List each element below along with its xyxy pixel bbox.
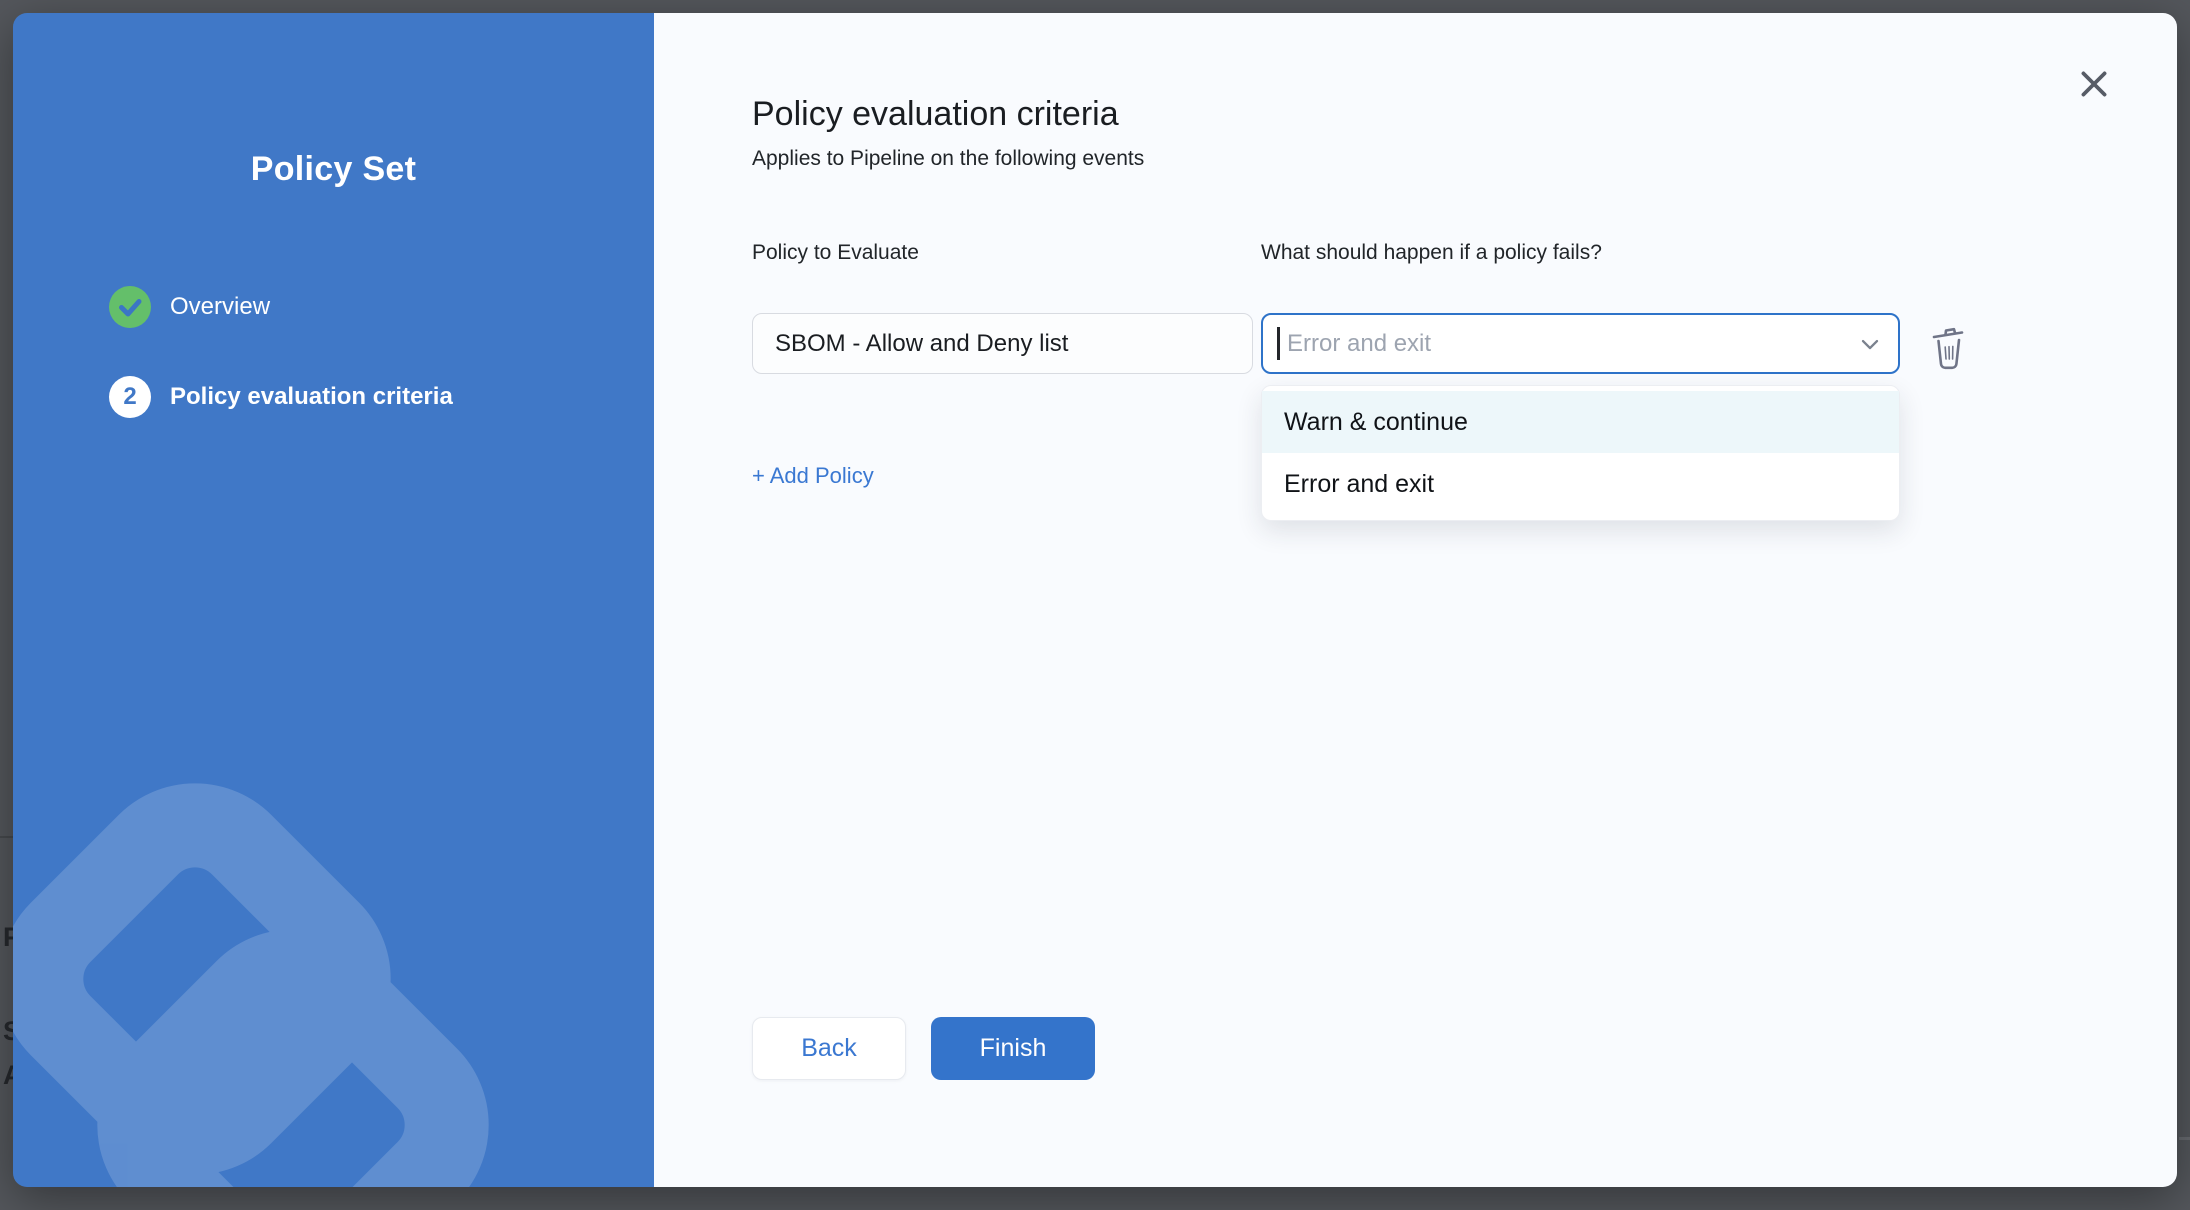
step-label: Overview (170, 293, 270, 322)
step-label: Policy evaluation criteria (170, 383, 453, 412)
step-overview[interactable]: Overview (109, 286, 453, 328)
delete-policy-row-button[interactable] (1926, 322, 1972, 372)
brand-watermark-logo (13, 13, 654, 1187)
fail-action-select[interactable] (1261, 313, 1900, 374)
step-number-badge: 2 (109, 376, 151, 418)
add-policy-link[interactable]: + Add Policy (752, 463, 874, 489)
text-cursor (1277, 327, 1280, 360)
policy-fail-action-label: What should happen if a policy fails? (1261, 241, 1602, 265)
dialog-panel: Policy evaluation criteria Applies to Pi… (654, 13, 2177, 1187)
fail-action-dropdown-menu: Warn & continue Error and exit (1261, 385, 1900, 521)
background-divider (0, 836, 13, 838)
trash-icon (1927, 323, 1971, 371)
policy-set-wizard-modal: Policy Set Overview 2 Policy evaluation … (13, 13, 2177, 1187)
page-title: Policy evaluation criteria (752, 95, 1119, 134)
step-completed-check-icon (109, 286, 151, 328)
step-policy-evaluation-criteria[interactable]: 2 Policy evaluation criteria (109, 376, 453, 418)
close-button[interactable] (2073, 63, 2115, 105)
wizard-steps: Overview 2 Policy evaluation criteria (109, 286, 453, 418)
page-subtitle: Applies to Pipeline on the following eve… (752, 147, 1144, 171)
back-button[interactable]: Back (752, 1017, 906, 1080)
fail-action-select-input[interactable] (1261, 313, 1900, 374)
wizard-title: Policy Set (13, 150, 654, 189)
option-warn-continue[interactable]: Warn & continue (1262, 391, 1899, 453)
option-error-exit[interactable]: Error and exit (1262, 453, 1899, 515)
wizard-sidebar: Policy Set Overview 2 Policy evaluation … (13, 13, 654, 1187)
finish-button[interactable]: Finish (931, 1017, 1095, 1080)
policy-to-evaluate-label: Policy to Evaluate (752, 241, 919, 265)
screen: P S A Policy Set Overvie (0, 0, 2190, 1210)
close-icon (2075, 65, 2113, 103)
policy-to-evaluate-input[interactable] (752, 313, 1253, 374)
background-divider (2179, 1137, 2190, 1140)
